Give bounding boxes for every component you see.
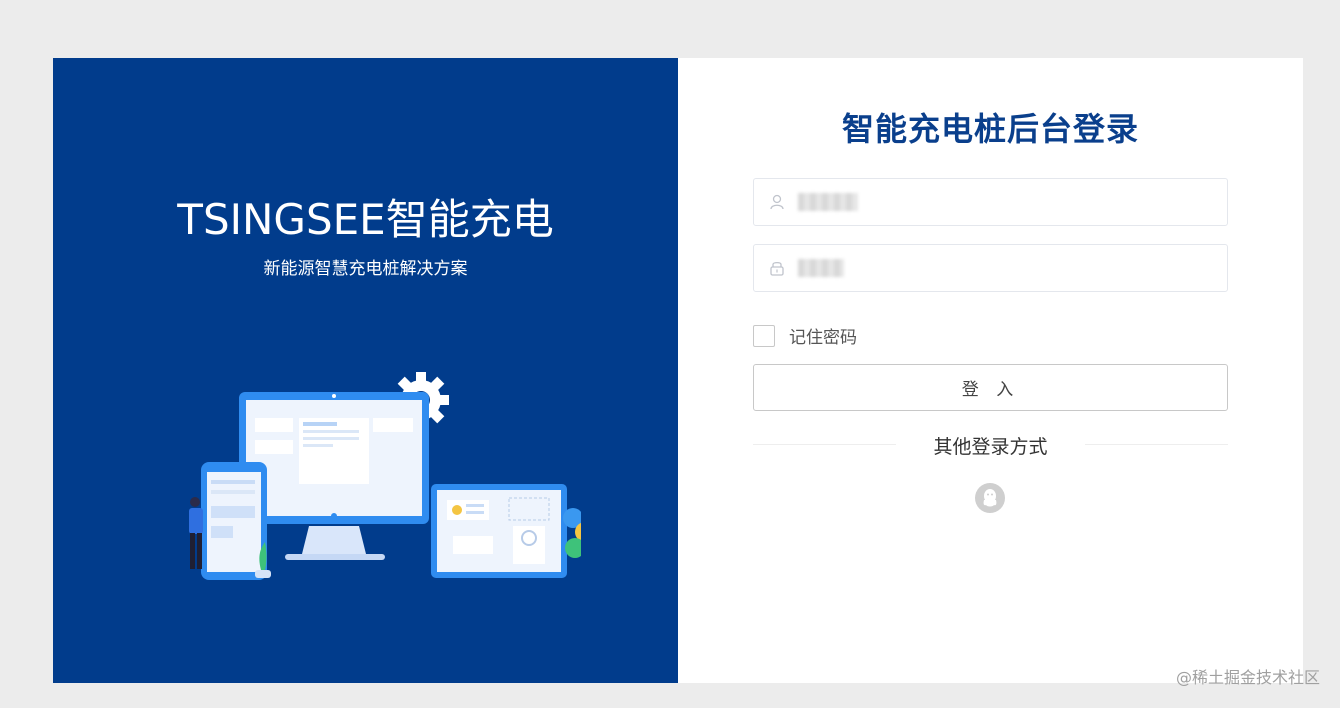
lock-icon	[770, 261, 784, 276]
remember-checkbox[interactable]	[753, 324, 775, 347]
brand-title: TSINGSEE智能充电	[177, 195, 554, 244]
username-input[interactable]	[798, 179, 1202, 227]
remember-label: 记住密码	[789, 328, 857, 348]
brand-panel: TSINGSEE智能充电 新能源智慧充电桩解决方案	[53, 58, 678, 683]
other-login-methods: 其他登录方式	[933, 436, 1048, 458]
remember-password[interactable]: 记住密码	[753, 323, 857, 348]
login-title: 智能充电桩后台登录	[841, 110, 1139, 148]
qq-icon[interactable]	[974, 482, 1006, 514]
username-field[interactable]	[753, 178, 1228, 227]
login-button[interactable]: 登 入	[753, 364, 1228, 411]
brand-subtitle: 新能源智慧充电桩解决方案	[263, 259, 468, 279]
password-input[interactable]	[798, 245, 1202, 293]
watermark: @稀土掘金技术社区	[1175, 668, 1320, 687]
password-field[interactable]	[753, 244, 1228, 293]
devices-illustration	[189, 372, 581, 580]
user-icon	[770, 194, 784, 210]
